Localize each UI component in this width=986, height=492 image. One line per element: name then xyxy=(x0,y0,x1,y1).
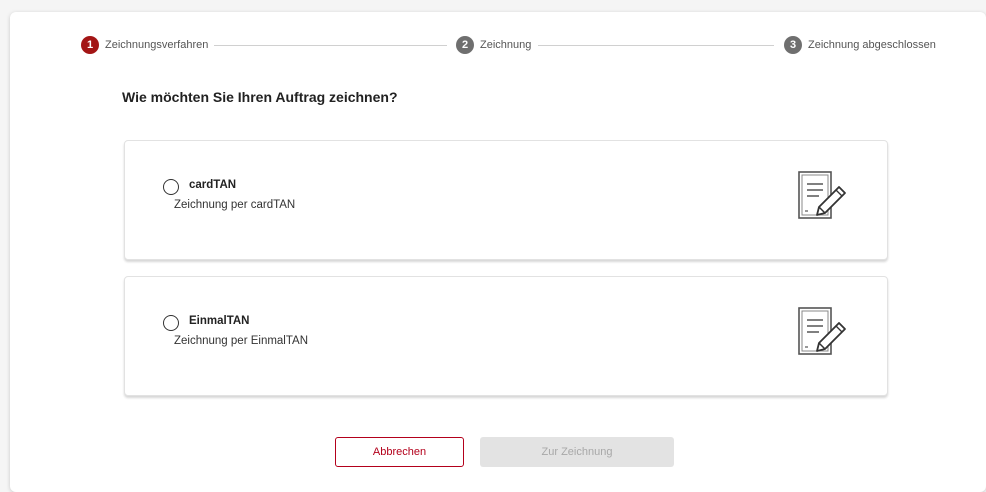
radio-cardtan[interactable] xyxy=(163,179,179,195)
step-connector-2 xyxy=(538,45,774,46)
step-connector-1 xyxy=(214,45,447,46)
submit-button[interactable]: Zur Zeichnung xyxy=(480,437,674,467)
sign-document-icon xyxy=(798,307,846,355)
option-card-cardtan[interactable]: cardTAN Zeichnung per cardTAN xyxy=(124,140,888,260)
step-2-number: 2 xyxy=(456,36,474,54)
signing-panel: 1 Zeichnungsverfahren 2 Zeichnung 3 Zeic… xyxy=(10,12,986,492)
cancel-button[interactable]: Abbrechen xyxy=(335,437,464,467)
step-2: 2 Zeichnung xyxy=(456,36,531,54)
radio-einmaltan[interactable] xyxy=(163,315,179,331)
step-3-number: 3 xyxy=(784,36,802,54)
sign-document-icon xyxy=(798,171,846,219)
option-title-cardtan: cardTAN xyxy=(189,179,237,191)
step-1-label: Zeichnungsverfahren xyxy=(105,39,209,51)
option-title-einmaltan: EinmalTAN xyxy=(189,315,250,327)
step-1-number: 1 xyxy=(81,36,99,54)
stepper: 1 Zeichnungsverfahren 2 Zeichnung 3 Zeic… xyxy=(10,12,986,74)
option-subtitle-cardtan: Zeichnung per cardTAN xyxy=(174,199,296,211)
step-3-label: Zeichnung abgeschlossen xyxy=(808,39,936,51)
page-title: Wie möchten Sie Ihren Auftrag zeichnen? xyxy=(122,89,398,105)
step-1: 1 Zeichnungsverfahren xyxy=(81,36,208,54)
step-2-label: Zeichnung xyxy=(480,39,532,51)
step-3: 3 Zeichnung abgeschlossen xyxy=(784,36,936,54)
option-subtitle-einmaltan: Zeichnung per EinmalTAN xyxy=(174,335,309,347)
option-card-einmaltan[interactable]: EinmalTAN Zeichnung per EinmalTAN xyxy=(124,276,888,396)
